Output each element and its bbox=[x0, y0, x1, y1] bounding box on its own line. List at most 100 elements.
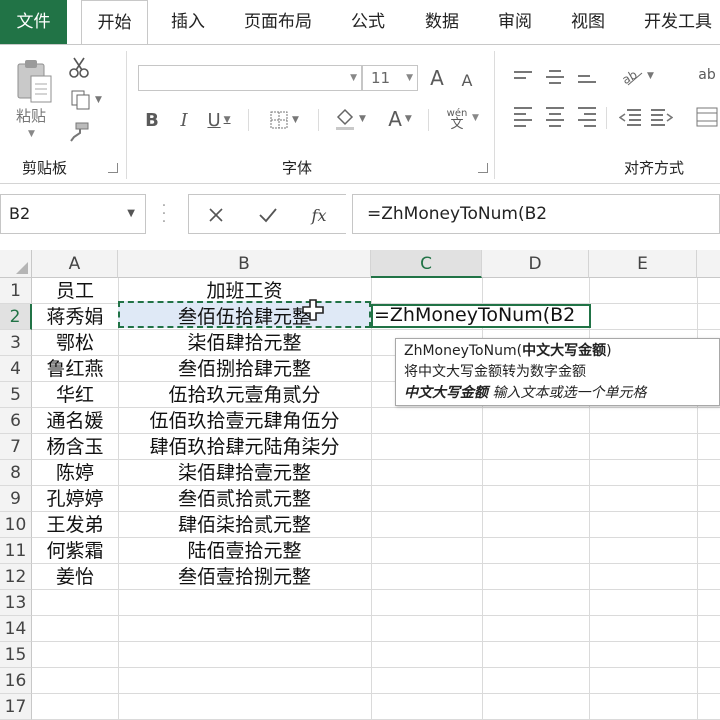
cell-name[interactable]: 姜怡 bbox=[32, 564, 118, 590]
align-right-icon[interactable] bbox=[576, 107, 598, 127]
grow-font-icon[interactable]: A bbox=[426, 65, 448, 91]
cell-name[interactable]: 王发弟 bbox=[32, 512, 118, 538]
merge-center-icon[interactable] bbox=[694, 105, 720, 129]
cell-name[interactable]: 通名媛 bbox=[32, 408, 118, 434]
tab-developer[interactable]: 开发工具 bbox=[636, 0, 720, 44]
cell-name[interactable]: 何紫霜 bbox=[32, 538, 118, 564]
align-middle-icon[interactable] bbox=[544, 67, 566, 87]
orientation-icon[interactable]: ab ▼ bbox=[614, 63, 660, 89]
cell-pay[interactable]: 肆佰玖拾肆元陆角柒分 bbox=[118, 434, 371, 460]
cell-pay[interactable]: 柒佰肆拾元整 bbox=[118, 330, 371, 356]
align-center-icon[interactable] bbox=[544, 107, 566, 127]
tab-file[interactable]: 文件 bbox=[0, 0, 67, 44]
enter-icon[interactable] bbox=[255, 202, 281, 228]
font-name-combo[interactable]: ▼ bbox=[138, 65, 362, 91]
tab-view[interactable]: 视图 bbox=[560, 0, 616, 44]
cell-a1[interactable]: 员工 bbox=[32, 278, 118, 304]
cell-name[interactable]: 蒋秀娟 bbox=[32, 304, 118, 330]
tab-home[interactable]: 开始 bbox=[81, 0, 148, 45]
formula-input[interactable]: =ZhMoneyToNum(B2 bbox=[352, 194, 720, 234]
row-header[interactable]: 11 bbox=[0, 538, 32, 564]
select-all-corner[interactable] bbox=[0, 250, 32, 278]
cell-name[interactable]: 杨含玉 bbox=[32, 434, 118, 460]
cell-pay[interactable]: 叁佰壹拾捌元整 bbox=[118, 564, 371, 590]
group-label-font: 字体 bbox=[282, 159, 313, 177]
italic-button[interactable]: I bbox=[174, 107, 194, 133]
cell-pay[interactable]: 伍拾玖元壹角贰分 bbox=[118, 382, 371, 408]
cell-pay[interactable]: 叁佰伍拾肆元整 bbox=[118, 304, 371, 330]
row-header[interactable]: 3 bbox=[0, 330, 32, 356]
cell-pay[interactable]: 柒佰肆拾壹元整 bbox=[118, 460, 371, 486]
column-header-e[interactable]: E bbox=[589, 250, 697, 278]
cell-pay[interactable]: 叁佰贰拾贰元整 bbox=[118, 486, 371, 512]
align-left-icon[interactable] bbox=[512, 107, 534, 127]
formula-bar: B2 ▼ · · · fx =ZhMoneyToNum(B2 bbox=[0, 192, 720, 240]
column-header-c[interactable]: C bbox=[371, 250, 482, 278]
cell-pay[interactable]: 伍佰玖拾壹元肆角伍分 bbox=[118, 408, 371, 434]
row-header[interactable]: 12 bbox=[0, 564, 32, 590]
column-header-f[interactable] bbox=[697, 250, 720, 278]
tooltip-func-name[interactable]: ZhMoneyToNum( bbox=[404, 343, 522, 359]
format-painter-icon[interactable] bbox=[66, 119, 92, 145]
cell-name[interactable]: 孔婷婷 bbox=[32, 486, 118, 512]
name-box[interactable]: B2 ▼ bbox=[0, 194, 146, 234]
cell-b1[interactable]: 加班工资 bbox=[118, 278, 371, 304]
insert-function-icon[interactable]: fx bbox=[305, 202, 333, 228]
cell-name[interactable]: 鲁红燕 bbox=[32, 356, 118, 382]
row-header[interactable]: 17 bbox=[0, 694, 32, 720]
tooltip-arg-bold[interactable]: 中文大写金额 bbox=[522, 343, 606, 359]
row-header[interactable]: 15 bbox=[0, 642, 32, 668]
cell-pay[interactable]: 陆佰壹拾元整 bbox=[118, 538, 371, 564]
formula-bar-grip-icon[interactable]: · · · bbox=[160, 199, 168, 229]
paste-icon[interactable] bbox=[12, 55, 56, 107]
row-header[interactable]: 1 bbox=[0, 278, 32, 304]
align-bottom-icon[interactable] bbox=[576, 69, 598, 89]
row-header[interactable]: 13 bbox=[0, 590, 32, 616]
row-header[interactable]: 14 bbox=[0, 616, 32, 642]
row-header[interactable]: 2 bbox=[0, 304, 32, 330]
phonetic-dropdown-icon[interactable]: ▼ bbox=[472, 113, 479, 123]
fill-color-icon[interactable]: ▼ bbox=[328, 105, 372, 133]
tab-formulas[interactable]: 公式 bbox=[340, 0, 396, 44]
paste-button[interactable]: 粘贴 bbox=[16, 105, 46, 126]
column-header-b[interactable]: B bbox=[118, 250, 371, 278]
tab-page-layout[interactable]: 页面布局 bbox=[236, 0, 320, 44]
font-launcher-icon[interactable] bbox=[478, 163, 488, 173]
underline-button[interactable]: U ▼ bbox=[202, 107, 236, 133]
align-top-icon[interactable] bbox=[512, 65, 534, 85]
cell-name[interactable]: 鄂松 bbox=[32, 330, 118, 356]
cell-pay[interactable]: 叁佰捌拾肆元整 bbox=[118, 356, 371, 382]
cell-name[interactable]: 陈婷 bbox=[32, 460, 118, 486]
cell-name[interactable]: 华红 bbox=[32, 382, 118, 408]
row-header[interactable]: 9 bbox=[0, 486, 32, 512]
name-box-dropdown-icon[interactable]: ▼ bbox=[127, 195, 135, 233]
paste-dropdown-icon[interactable]: ▼ bbox=[28, 129, 35, 139]
row-header[interactable]: 7 bbox=[0, 434, 32, 460]
tab-insert[interactable]: 插入 bbox=[160, 0, 216, 44]
tab-review[interactable]: 审阅 bbox=[487, 0, 543, 44]
font-size-combo[interactable]: 11 ▼ bbox=[362, 65, 418, 91]
borders-icon[interactable]: ▼ bbox=[262, 107, 306, 133]
row-header[interactable]: 4 bbox=[0, 356, 32, 382]
group-label-alignment: 对齐方式 bbox=[624, 159, 685, 177]
clipboard-launcher-icon[interactable] bbox=[108, 163, 118, 173]
cancel-icon[interactable] bbox=[203, 202, 229, 228]
decrease-indent-icon[interactable] bbox=[618, 107, 642, 127]
column-header-d[interactable]: D bbox=[482, 250, 589, 278]
shrink-font-icon[interactable]: A bbox=[456, 67, 478, 93]
grow-font-label: A bbox=[430, 66, 444, 90]
cut-icon[interactable] bbox=[66, 55, 92, 81]
bold-button[interactable]: B bbox=[142, 107, 162, 133]
row-header[interactable]: 16 bbox=[0, 668, 32, 694]
copy-icon[interactable]: ▼ bbox=[66, 87, 106, 113]
column-header-a[interactable]: A bbox=[32, 250, 118, 278]
font-color-icon[interactable]: A ▼ bbox=[380, 105, 420, 133]
row-header[interactable]: 10 bbox=[0, 512, 32, 538]
tab-data[interactable]: 数据 bbox=[414, 0, 470, 44]
row-header[interactable]: 8 bbox=[0, 460, 32, 486]
row-header[interactable]: 6 bbox=[0, 408, 32, 434]
increase-indent-icon[interactable] bbox=[650, 107, 674, 127]
row-header[interactable]: 5 bbox=[0, 382, 32, 408]
wrap-text-icon[interactable]: ab bbox=[694, 59, 720, 91]
cell-pay[interactable]: 肆佰柒拾贰元整 bbox=[118, 512, 371, 538]
